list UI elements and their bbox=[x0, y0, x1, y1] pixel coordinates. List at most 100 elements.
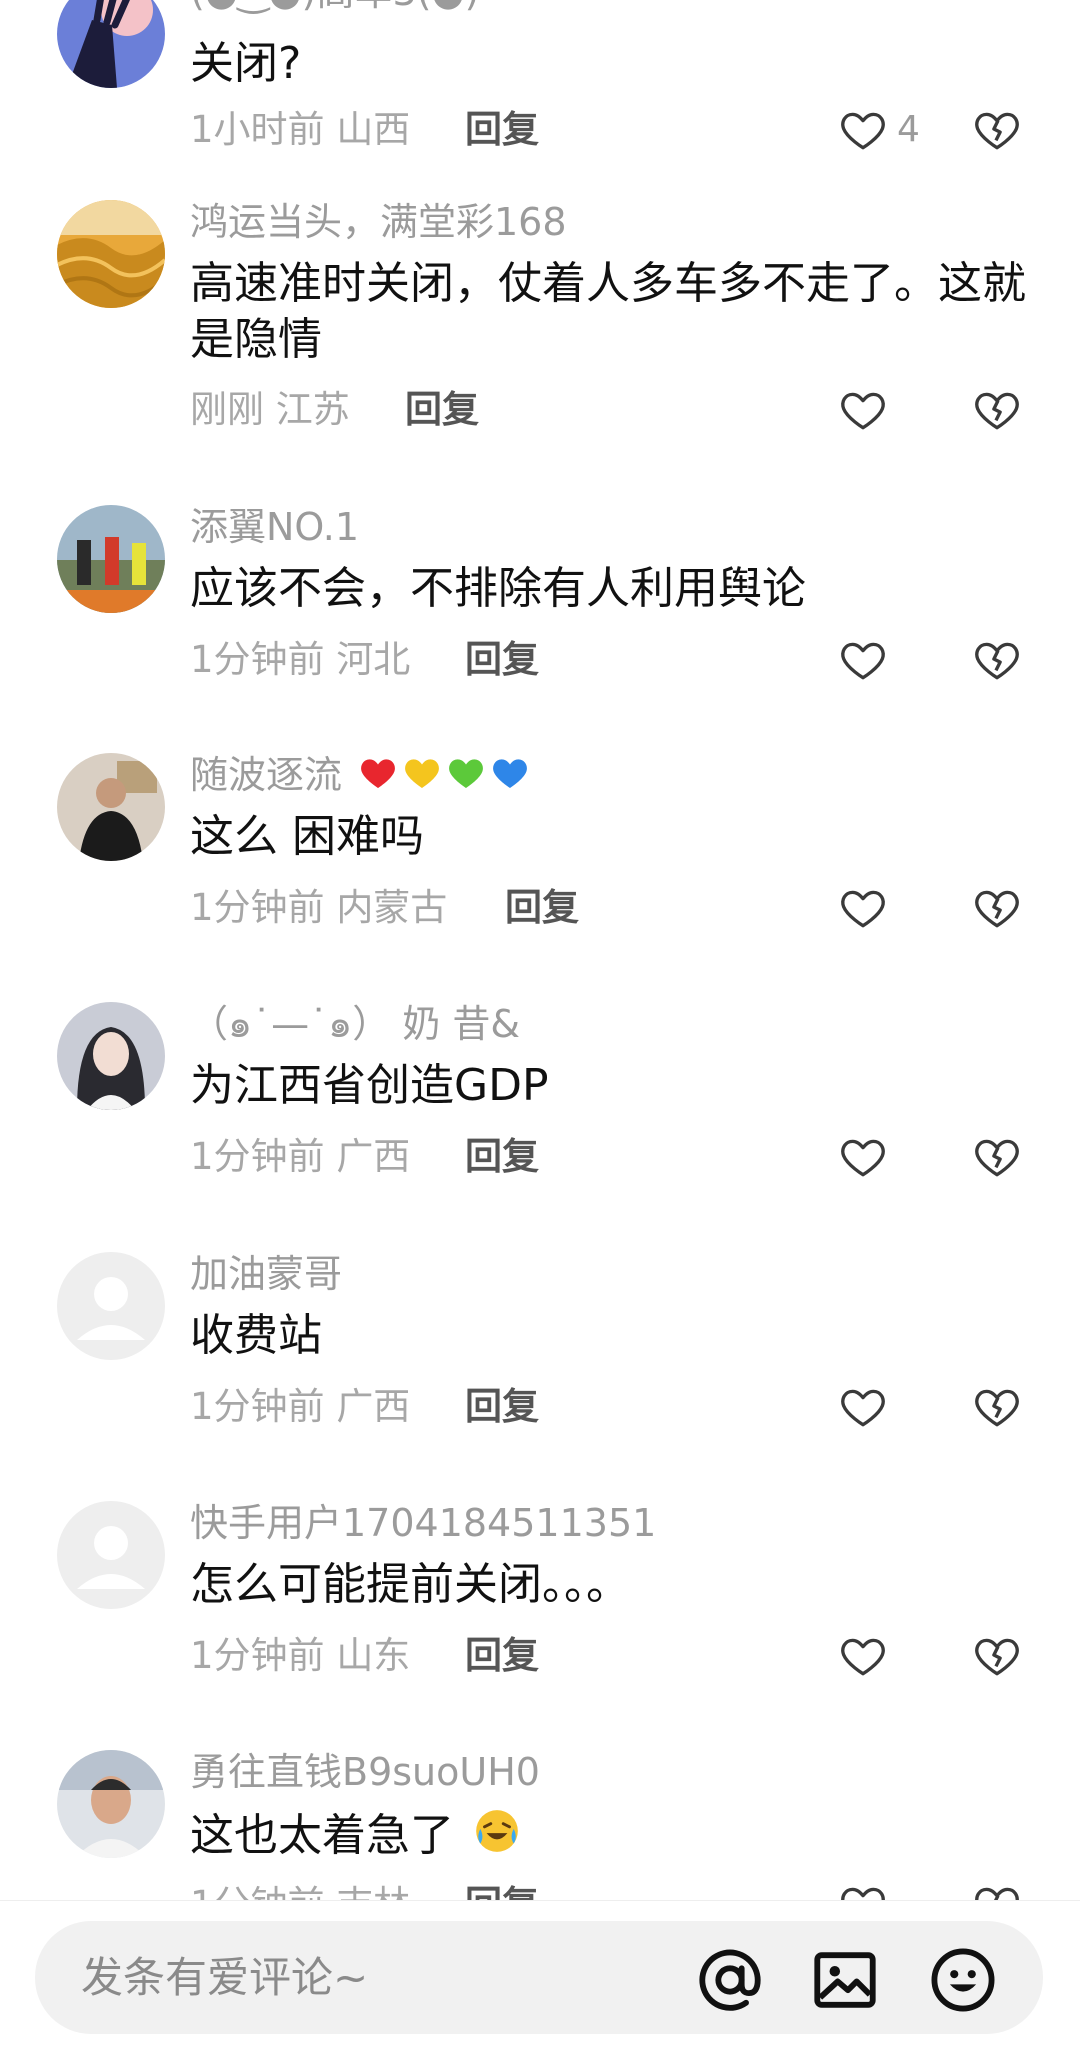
comment-meta: 1分钟前 广西 bbox=[190, 1135, 410, 1179]
broken-heart-icon bbox=[975, 1887, 1019, 1900]
avatar[interactable] bbox=[57, 200, 165, 308]
reply-button[interactable]: 回复 bbox=[465, 1883, 539, 1900]
comment-username[interactable]: (◕‿◕)高车3(◕) bbox=[190, 0, 480, 14]
comment-time: 1分钟前 bbox=[190, 886, 325, 929]
green-heart-emoji bbox=[446, 753, 486, 802]
comment-meta: 1分钟前 河北 bbox=[190, 638, 410, 682]
comment-text[interactable]: 怎么可能提前关闭。。。 bbox=[190, 1557, 1030, 1613]
comment-username[interactable]: 加油蒙哥 bbox=[190, 1252, 342, 1296]
comment-meta: 1分钟前 山东 bbox=[190, 1634, 410, 1678]
heart-outline-icon bbox=[841, 642, 885, 680]
heart-outline-icon bbox=[841, 1389, 885, 1427]
avatar[interactable] bbox=[57, 753, 165, 861]
dislike-button[interactable] bbox=[972, 883, 1022, 933]
avatar[interactable] bbox=[57, 505, 165, 613]
comment-location: 广西 bbox=[336, 1135, 411, 1178]
comment-location: 内蒙古 bbox=[336, 886, 448, 929]
dislike-button[interactable] bbox=[972, 1880, 1022, 1900]
comment-text[interactable]: 这么 困难吗 bbox=[190, 809, 1030, 865]
heart-outline-icon bbox=[841, 1887, 885, 1900]
comment-time: 1分钟前 bbox=[190, 1634, 325, 1677]
comment-list[interactable]: (◕‿◕)高车3(◕) 关闭? 1小时前 山西 回复 4 鸿运当头，满堂彩168… bbox=[0, 0, 1080, 1900]
comment-input-bar: 发条有爱评论~ bbox=[0, 1900, 1080, 2060]
comment-meta: 1分钟前 内蒙古 bbox=[190, 886, 447, 930]
comment-username[interactable]: 快手用户1704184511351 bbox=[190, 1501, 656, 1545]
comment-input[interactable]: 发条有爱评论~ bbox=[35, 1921, 1043, 2034]
comment-username[interactable]: 勇往直钱B9suoUH0 bbox=[190, 1750, 540, 1794]
heart-outline-icon bbox=[841, 890, 885, 928]
smiley-icon[interactable] bbox=[928, 1945, 998, 2015]
reply-button[interactable]: 回复 bbox=[465, 108, 539, 152]
comment-text[interactable]: 高速准时关闭，仗着人多车多不走了。这就是隐情 bbox=[190, 256, 1030, 368]
comment-location: 江苏 bbox=[275, 388, 350, 431]
avatar[interactable] bbox=[57, 1501, 165, 1609]
yellow-heart-emoji bbox=[402, 753, 442, 802]
comment-text[interactable]: 为江西省创造GDP bbox=[190, 1058, 1030, 1114]
broken-heart-icon bbox=[975, 392, 1019, 430]
like-button[interactable] bbox=[838, 1132, 898, 1182]
avatar[interactable] bbox=[57, 1750, 165, 1858]
comment-username[interactable]: （๑˙—˙๑） 奶 昔& bbox=[190, 1002, 520, 1046]
heart-outline-icon bbox=[841, 112, 885, 150]
like-button[interactable] bbox=[838, 105, 898, 155]
dislike-button[interactable] bbox=[972, 105, 1022, 155]
comment-username[interactable]: 随波逐流 bbox=[190, 753, 530, 802]
broken-heart-icon bbox=[975, 112, 1019, 150]
crying-laughing-emoji bbox=[472, 1806, 522, 1870]
comment-location: 河北 bbox=[336, 638, 411, 681]
comment-location: 山东 bbox=[336, 1634, 411, 1677]
like-button[interactable] bbox=[838, 1631, 898, 1681]
broken-heart-icon bbox=[975, 642, 1019, 680]
comment-meta: 1分钟前 广西 bbox=[190, 1385, 410, 1429]
dislike-button[interactable] bbox=[972, 1132, 1022, 1182]
dislike-button[interactable] bbox=[972, 1631, 1022, 1681]
dislike-button[interactable] bbox=[972, 1382, 1022, 1432]
reply-button[interactable]: 回复 bbox=[465, 1634, 539, 1678]
comment-meta: 刚刚 江苏 bbox=[190, 388, 350, 432]
reply-button[interactable]: 回复 bbox=[405, 388, 479, 432]
comment-meta: 1分钟前 吉林 bbox=[190, 1883, 410, 1900]
broken-heart-icon bbox=[975, 1139, 1019, 1177]
comment-text[interactable]: 这也太着急了 bbox=[190, 1806, 1030, 1870]
avatar[interactable] bbox=[57, 1252, 165, 1360]
comment-input-placeholder[interactable]: 发条有爱评论~ bbox=[81, 1953, 368, 2003]
broken-heart-icon bbox=[975, 1638, 1019, 1676]
comment-time: 刚刚 bbox=[190, 388, 264, 431]
like-button[interactable] bbox=[838, 385, 898, 435]
avatar[interactable] bbox=[57, 1002, 165, 1110]
comment-time: 1分钟前 bbox=[190, 1883, 325, 1900]
blue-heart-emoji bbox=[490, 753, 530, 802]
reply-button[interactable]: 回复 bbox=[465, 1135, 539, 1179]
reply-button[interactable]: 回复 bbox=[465, 638, 539, 682]
like-button[interactable] bbox=[838, 635, 898, 685]
comment-text[interactable]: 收费站 bbox=[190, 1308, 1030, 1364]
comment-text[interactable]: 应该不会，不排除有人利用舆论 bbox=[190, 561, 1030, 617]
comment-meta: 1小时前 山西 bbox=[190, 108, 410, 152]
dislike-button[interactable] bbox=[972, 385, 1022, 435]
reply-button[interactable]: 回复 bbox=[465, 1385, 539, 1429]
comment-location: 吉林 bbox=[336, 1883, 410, 1900]
at-icon[interactable] bbox=[695, 1945, 765, 2015]
reply-button[interactable]: 回复 bbox=[505, 886, 579, 930]
heart-outline-icon bbox=[841, 392, 885, 430]
comment-location: 山西 bbox=[336, 108, 411, 151]
image-icon[interactable] bbox=[810, 1945, 880, 2015]
comment-text[interactable]: 关闭? bbox=[190, 36, 1030, 92]
like-button[interactable] bbox=[838, 883, 898, 933]
broken-heart-icon bbox=[975, 1389, 1019, 1427]
like-count: 4 bbox=[897, 109, 920, 150]
heart-outline-icon bbox=[841, 1638, 885, 1676]
like-button[interactable] bbox=[838, 1880, 898, 1900]
comment-username[interactable]: 鸿运当头，满堂彩168 bbox=[190, 200, 567, 244]
like-button[interactable] bbox=[838, 1382, 898, 1432]
comment-time: 1分钟前 bbox=[190, 1385, 325, 1428]
avatar[interactable] bbox=[57, 0, 165, 88]
comment-time: 1分钟前 bbox=[190, 638, 325, 681]
broken-heart-icon bbox=[975, 890, 1019, 928]
dislike-button[interactable] bbox=[972, 635, 1022, 685]
red-heart-emoji bbox=[358, 753, 398, 802]
comment-location: 广西 bbox=[336, 1385, 411, 1428]
comment-time: 1分钟前 bbox=[190, 1135, 325, 1178]
comment-time: 1小时前 bbox=[190, 108, 325, 151]
comment-username[interactable]: 添翼NO.1 bbox=[190, 505, 359, 549]
